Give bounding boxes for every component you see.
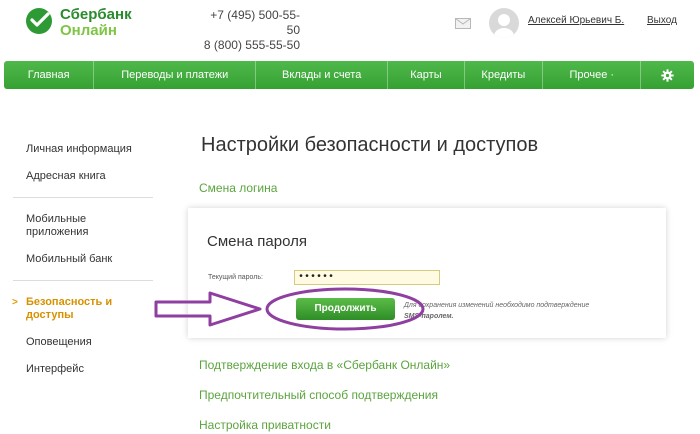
- preferred-confirmation-link[interactable]: Предпочтительный способ подтверждения: [199, 388, 438, 402]
- sms-confirmation-note: Для сохранения изменений необходимо подт…: [404, 300, 604, 322]
- user-name-link[interactable]: Алексей Юрьевич Б.: [528, 15, 624, 26]
- privacy-settings-link[interactable]: Настройка приватности: [199, 418, 331, 432]
- gear-icon: [661, 68, 674, 82]
- current-password-label: Текущий пароль:: [208, 274, 263, 281]
- nav-item-credits[interactable]: Кредиты: [465, 61, 544, 89]
- card-title: Смена пароля: [207, 233, 307, 250]
- logo-text[interactable]: Сбербанк Онлайн: [60, 7, 132, 39]
- settings-button[interactable]: [641, 61, 694, 89]
- note-text: Для сохранения изменений необходимо подт…: [404, 302, 590, 309]
- sidebar-item-mobile-bank[interactable]: Мобильный банк: [26, 253, 146, 266]
- note-bold: SMS-паролем.: [404, 313, 454, 320]
- sidebar-item-notifications[interactable]: Оповещения: [26, 336, 146, 349]
- nav-item-deposits[interactable]: Вклады и счета: [256, 61, 389, 89]
- change-login-link[interactable]: Смена логина: [199, 181, 277, 195]
- nav-item-home[interactable]: Главная: [4, 61, 95, 89]
- avatar[interactable]: [489, 8, 519, 38]
- current-password-input[interactable]: ••••••: [294, 270, 440, 285]
- user-silhouette-icon: [494, 14, 514, 38]
- login-confirmation-link[interactable]: Подтверждение входа в «Сбербанк Онлайн»: [199, 358, 450, 372]
- phone-secondary: 8 (800) 555-55-50: [203, 38, 300, 52]
- nav-item-other[interactable]: Прочее ·: [543, 61, 642, 89]
- nav-item-cards[interactable]: Карты: [388, 61, 465, 89]
- main-nav: Главная Переводы и платежи Вклады и счет…: [4, 61, 694, 89]
- sidebar-divider: [13, 280, 153, 281]
- logo-line2: Онлайн: [60, 22, 117, 39]
- sberbank-logo-icon: [26, 8, 52, 34]
- phone-primary: +7 (495) 500-55-50: [210, 8, 300, 37]
- sidebar-item-interface[interactable]: Интерфейс: [26, 363, 146, 376]
- logo-line1: Сбербанк: [60, 6, 132, 23]
- sidebar-item-security[interactable]: Безопасность и доступы: [26, 296, 126, 322]
- contact-phones: +7 (495) 500-55-50 8 (800) 555-55-50: [200, 8, 300, 53]
- sidebar-divider: [13, 197, 153, 198]
- active-arrow-icon: >: [12, 297, 18, 308]
- sidebar-item-mobile-apps[interactable]: Мобильные приложения: [26, 213, 121, 239]
- mail-icon[interactable]: [455, 18, 471, 29]
- continue-button[interactable]: Продолжить: [296, 298, 395, 320]
- nav-item-transfers[interactable]: Переводы и платежи: [94, 61, 257, 89]
- page-title: Настройки безопасности и доступов: [201, 134, 539, 156]
- sidebar-item-personal-info[interactable]: Личная информация: [26, 143, 146, 156]
- sidebar-item-address-book[interactable]: Адресная книга: [26, 170, 146, 183]
- logout-link[interactable]: Выход: [647, 15, 677, 26]
